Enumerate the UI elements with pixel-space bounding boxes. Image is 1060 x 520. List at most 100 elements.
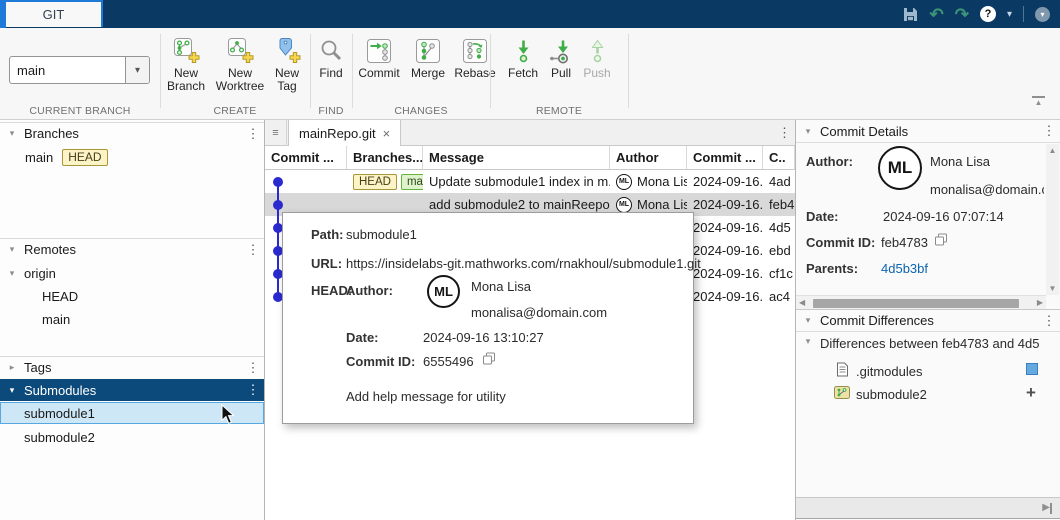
- pull-icon: [549, 34, 574, 64]
- submodule-item-submodule2[interactable]: submodule2: [0, 426, 264, 448]
- new-branch-button[interactable]: New Branch: [162, 34, 210, 93]
- fetch-button[interactable]: Fetch: [503, 34, 543, 80]
- rightpanel-splitter[interactable]: [795, 120, 796, 520]
- tab-git-label: GIT: [43, 7, 65, 22]
- sidebar-splitter[interactable]: [264, 120, 265, 520]
- remotes-menu-icon[interactable]: ⋮: [242, 242, 264, 258]
- collapse-triangle-icon: ▲: [1035, 99, 1043, 106]
- current-branch-dropdown[interactable]: main ▾: [9, 56, 150, 84]
- column-header-commit-graph[interactable]: Commit ...: [265, 146, 347, 169]
- find-button[interactable]: Find: [310, 34, 352, 80]
- commit-details-header[interactable]: ▾ Commit Details ⋮: [796, 120, 1060, 143]
- column-header-branches[interactable]: Branches...: [347, 146, 423, 169]
- tags-section-title: Tags: [24, 360, 242, 375]
- details-parent-link[interactable]: 4d5b3bf: [881, 261, 928, 276]
- chevron-right-icon[interactable]: ▸: [0, 362, 24, 373]
- collapse-toolstrip-button[interactable]: ▲: [1031, 96, 1046, 106]
- chevron-down-icon[interactable]: ▾: [0, 268, 24, 279]
- scroll-up-icon[interactable]: ▲: [1049, 144, 1057, 157]
- chevron-down-icon[interactable]: ▾: [125, 57, 149, 83]
- save-icon[interactable]: [903, 7, 918, 22]
- copy-icon[interactable]: [482, 352, 496, 369]
- scrollbar-thumb[interactable]: [813, 299, 1019, 308]
- scroll-down-icon[interactable]: ▼: [1049, 282, 1057, 295]
- undo-icon[interactable]: ↶: [929, 6, 943, 23]
- remote-branch-head[interactable]: HEAD: [0, 285, 264, 307]
- remote-item-origin[interactable]: ▾ origin: [0, 262, 264, 284]
- tags-menu-icon[interactable]: ⋮: [242, 360, 264, 376]
- help-icon[interactable]: ?: [980, 6, 996, 22]
- new-branch-label: New Branch: [162, 67, 210, 93]
- branch-name: main: [25, 150, 53, 165]
- copy-icon[interactable]: [934, 233, 948, 250]
- diff-file-submodule2[interactable]: submodule2: [834, 386, 927, 402]
- mouse-cursor: [221, 404, 236, 428]
- commit-details-title: Commit Details: [820, 124, 1038, 139]
- tab-git[interactable]: GIT: [6, 0, 103, 27]
- submodules-menu-icon[interactable]: ⋮: [242, 382, 264, 398]
- new-worktree-label: New Worktree: [212, 67, 268, 93]
- commit-details-menu-icon[interactable]: ⋮: [1038, 123, 1060, 139]
- new-worktree-icon: [227, 34, 254, 64]
- branch-item-main[interactable]: main HEAD: [0, 146, 264, 168]
- commit-button[interactable]: Commit: [354, 34, 404, 80]
- chevron-down-icon[interactable]: ▾: [796, 336, 820, 351]
- remote-branch-main[interactable]: main: [0, 308, 264, 330]
- new-branch-icon: [173, 34, 200, 64]
- commit-differences-menu-icon[interactable]: ⋮: [1038, 313, 1060, 329]
- rebase-button[interactable]: Rebase: [450, 34, 500, 80]
- hamburger-icon[interactable]: ≡: [265, 120, 287, 146]
- details-author-label: Author:: [806, 154, 853, 169]
- close-icon[interactable]: ×: [383, 126, 391, 141]
- chevron-down-icon[interactable]: ▾: [0, 128, 24, 139]
- column-header-commit-date[interactable]: Commit ...: [687, 146, 763, 169]
- avatar: ML: [427, 275, 460, 308]
- new-worktree-button[interactable]: New Worktree: [212, 34, 268, 93]
- chevron-down-icon[interactable]: ▾: [0, 244, 24, 255]
- tab-mainrepo[interactable]: mainRepo.git ×: [288, 120, 401, 146]
- merge-icon: [415, 34, 441, 64]
- chevron-down-icon[interactable]: ▾: [796, 126, 820, 137]
- pull-button[interactable]: Pull: [546, 34, 576, 80]
- ribbon-divider: [160, 34, 161, 108]
- commit-date: 2024-09-16...: [687, 216, 763, 239]
- vertical-scrollbar[interactable]: ▲ ▼: [1046, 144, 1059, 295]
- horizontal-scrollbar[interactable]: ◀ ▶: [796, 295, 1046, 309]
- column-header-commit-id[interactable]: C..: [763, 146, 795, 169]
- branches-section-header[interactable]: ▾ Branches ⋮: [0, 122, 264, 144]
- tabbar-menu-icon[interactable]: ⋮: [778, 120, 791, 146]
- collapse-rightpanel-button[interactable]: ▶: [1042, 503, 1052, 514]
- section-label-find: FIND: [310, 105, 352, 117]
- diff-file-gitmodules[interactable]: .gitmodules: [836, 362, 922, 380]
- panel-menu-icon[interactable]: ▾: [1035, 7, 1050, 22]
- commit-graph-line: [277, 181, 279, 297]
- branches-section-title: Branches: [24, 126, 242, 141]
- table-row[interactable]: HEADmain Update submodule1 index in m...…: [265, 170, 795, 193]
- commit-id: ac4: [763, 285, 795, 308]
- scroll-right-icon[interactable]: ▶: [1034, 298, 1046, 307]
- chevron-down-icon[interactable]: ▾: [796, 315, 820, 326]
- chevron-down-icon[interactable]: ▾: [0, 385, 24, 396]
- tooltip-commit-message: Add help message for utility: [346, 389, 506, 404]
- submodules-section-header[interactable]: ▾ Submodules ⋮: [0, 379, 264, 401]
- tooltip-date-label: Date:: [346, 330, 379, 345]
- commit-message: Update submodule1 index in m...: [423, 170, 610, 193]
- remote-branch-name: HEAD: [42, 289, 78, 304]
- help-caret-icon[interactable]: ▾: [1007, 9, 1012, 20]
- merge-button[interactable]: Merge: [406, 34, 450, 80]
- commit-differences-header[interactable]: ▾ Commit Differences ⋮: [796, 309, 1060, 332]
- tags-section-header[interactable]: ▸ Tags ⋮: [0, 356, 264, 378]
- remotes-section-header[interactable]: ▾ Remotes ⋮: [0, 238, 264, 260]
- scroll-left-icon[interactable]: ◀: [796, 298, 808, 307]
- differences-group-row[interactable]: ▾ Differences between feb4783 and 4d5: [796, 336, 1046, 351]
- diff-file-name: .gitmodules: [856, 364, 922, 379]
- branches-menu-icon[interactable]: ⋮: [242, 126, 264, 142]
- commit-id: ebd: [763, 239, 795, 262]
- push-button[interactable]: Push: [579, 34, 615, 80]
- column-header-message[interactable]: Message: [423, 146, 610, 169]
- new-tag-button[interactable]: New Tag: [266, 34, 308, 93]
- submodule-icon: [834, 386, 850, 402]
- tab-mainrepo-label: mainRepo.git: [299, 126, 376, 141]
- column-header-author[interactable]: Author: [610, 146, 687, 169]
- redo-icon[interactable]: ↷: [955, 6, 969, 23]
